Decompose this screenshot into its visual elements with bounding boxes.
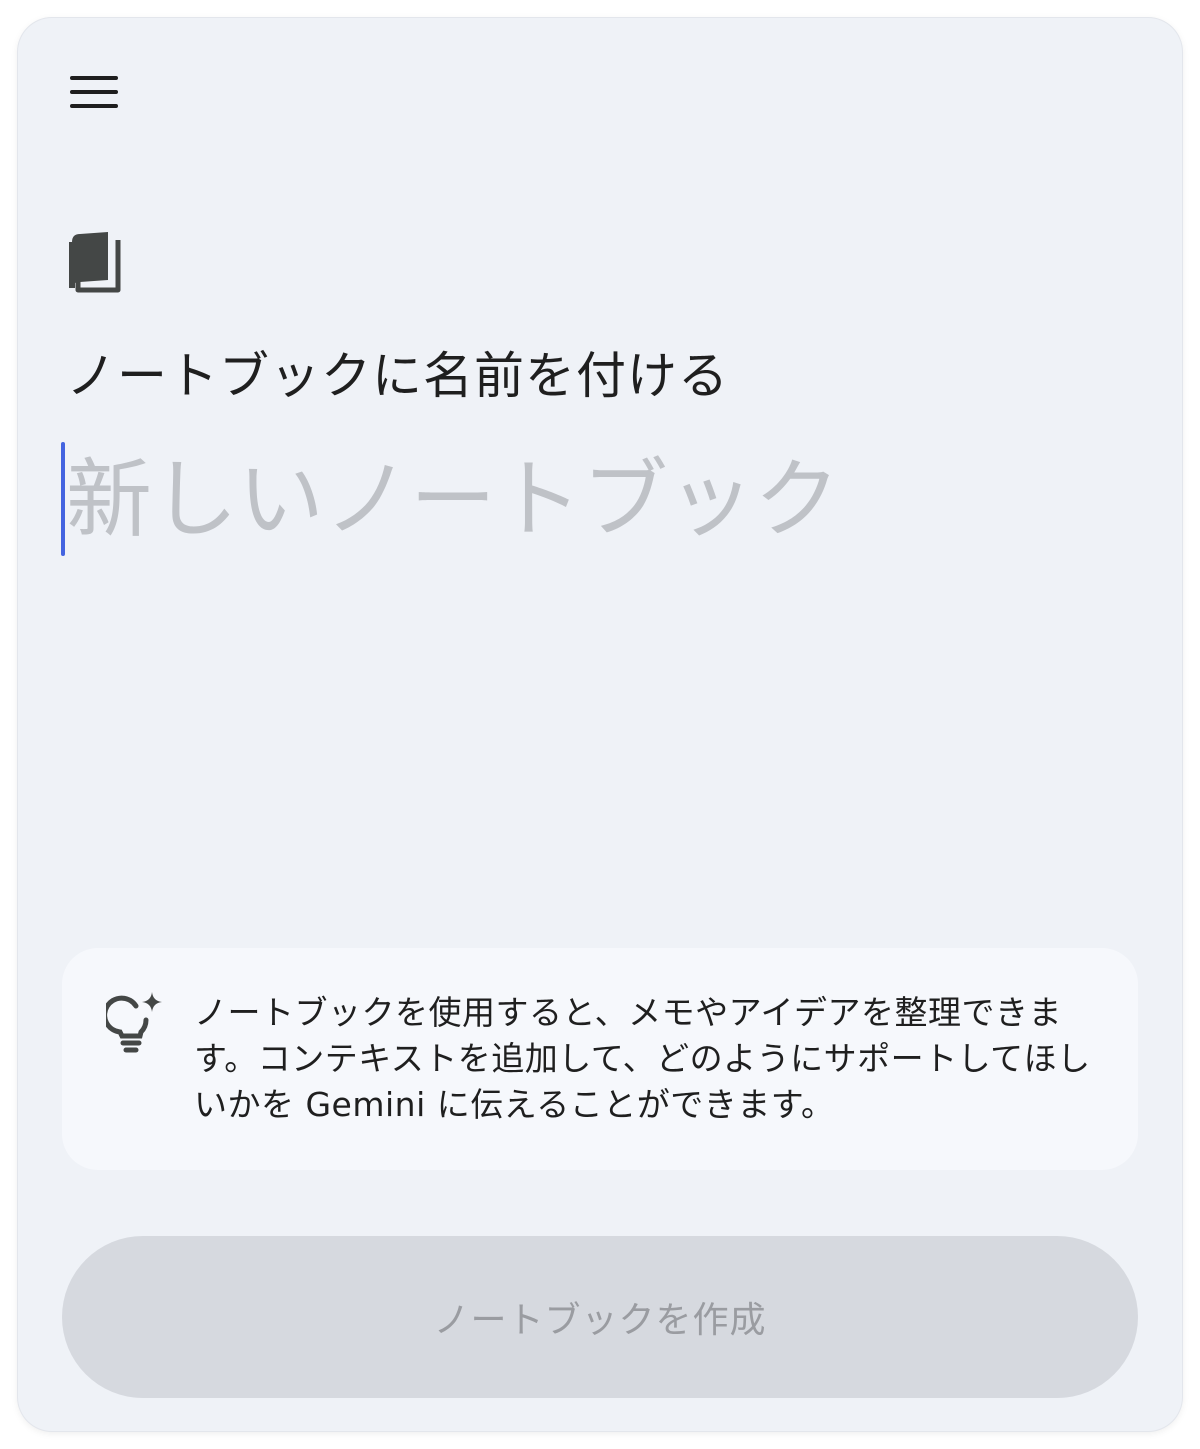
- app-window: ノートブックに名前を付ける ノートブックを使用すると、メモやアイデアを整理できま…: [18, 18, 1182, 1431]
- page-title: ノートブックに名前を付ける: [66, 347, 729, 405]
- info-card: ノートブックを使用すると、メモやアイデアを整理できます。コンテキストを追加して、…: [62, 948, 1138, 1170]
- info-text: ノートブックを使用すると、メモやアイデアを整理できます。コンテキストを追加して、…: [194, 993, 1091, 1124]
- notebook-name-input[interactable]: [62, 440, 1136, 560]
- hamburger-menu-icon: [70, 76, 118, 108]
- book-icon: [69, 232, 121, 293]
- menu-button[interactable]: [62, 66, 126, 118]
- create-notebook-button[interactable]: ノートブックを作成: [62, 1236, 1138, 1398]
- text-caret: [61, 442, 65, 556]
- lightbulb-sparkle-icon: [106, 992, 162, 1053]
